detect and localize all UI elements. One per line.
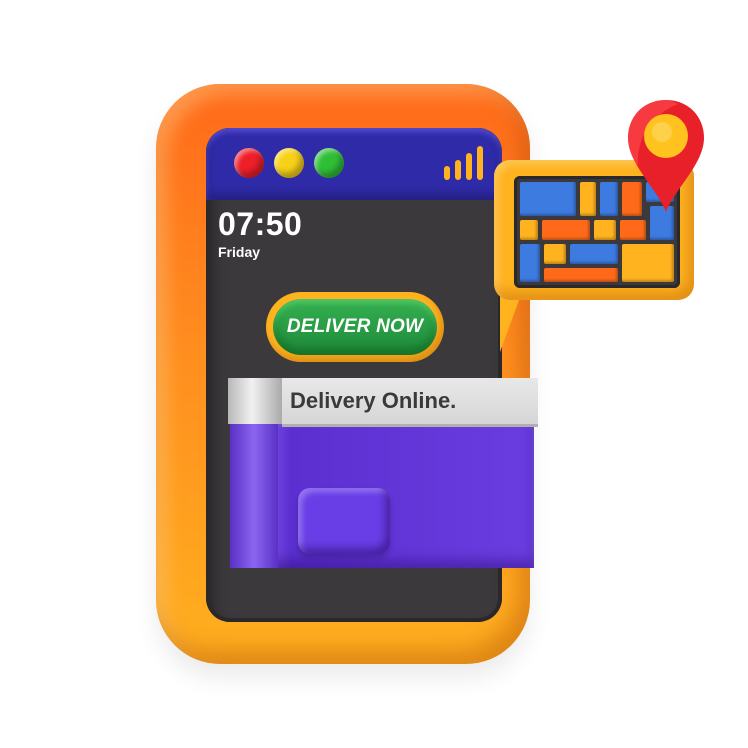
deliver-now-button[interactable]: DELIVER NOW: [266, 292, 444, 362]
banner-edge: [228, 378, 288, 424]
window-title-bar: [206, 128, 502, 200]
box-handle[interactable]: [298, 488, 390, 554]
signal-bars-icon: [444, 146, 484, 180]
bubble-tail: [500, 292, 522, 352]
maximize-dot[interactable]: [314, 148, 344, 178]
delivery-box-side: [230, 420, 278, 568]
location-pin-icon: [628, 100, 704, 212]
minimize-dot[interactable]: [274, 148, 304, 178]
deliver-now-label: DELIVER NOW: [273, 299, 437, 355]
clock-time: 07:50: [218, 206, 303, 242]
phone-frame: 07:50 Friday DELIVER NOW: [156, 84, 530, 664]
clock-day: Friday: [218, 244, 261, 260]
close-dot[interactable]: [234, 148, 264, 178]
delivery-banner-text: Delivery Online.: [290, 388, 457, 413]
delivery-banner: Delivery Online.: [282, 378, 538, 424]
